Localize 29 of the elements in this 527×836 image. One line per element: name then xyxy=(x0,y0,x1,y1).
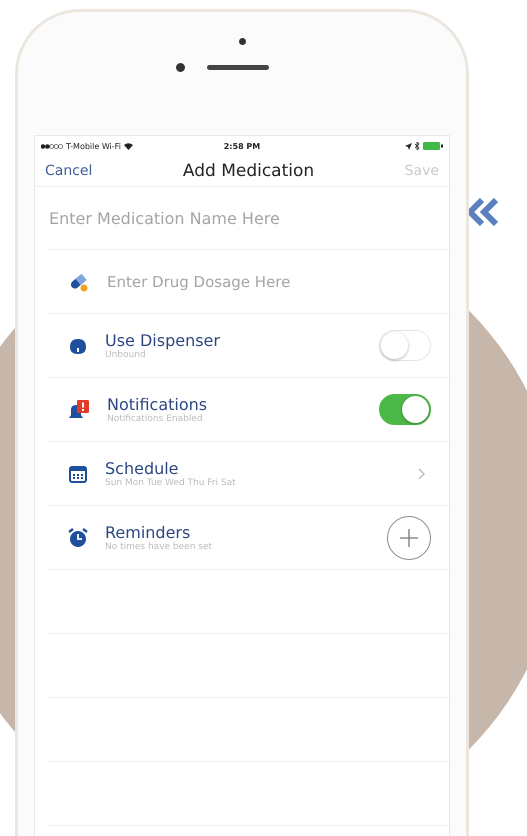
row-subtitle: Unbound xyxy=(105,350,147,360)
add-button[interactable] xyxy=(387,516,431,560)
camera-icon xyxy=(238,38,246,45)
drug-dosage-field[interactable]: Enter Drug Dosage Here xyxy=(105,272,431,292)
wifi-icon xyxy=(124,142,133,150)
chevron-right-icon[interactable] xyxy=(418,468,425,480)
row-title: Use Dispenser xyxy=(105,331,221,350)
row-subtitle: Sun Mon Tue Wed Thu Fri Sat xyxy=(105,478,237,488)
bluetooth-icon xyxy=(414,142,420,150)
signal-icon xyxy=(41,144,63,148)
toggle-switch[interactable] xyxy=(379,394,431,425)
location-icon xyxy=(404,142,412,150)
plus-icon xyxy=(399,528,419,548)
row-title: Notifications xyxy=(107,395,208,414)
row-title: Schedule xyxy=(105,459,180,478)
status-time: 2:58 PM xyxy=(224,142,260,150)
medication-name-field[interactable]: Enter Medication Name Here xyxy=(47,208,431,228)
cancel-button[interactable]: Cancel xyxy=(45,163,92,179)
alarm-clock-icon xyxy=(67,526,89,548)
row-title: Reminders xyxy=(105,523,192,542)
bell-alert-icon xyxy=(67,398,91,420)
battery-icon xyxy=(422,142,443,150)
row-subtitle: No times have been set xyxy=(105,542,214,552)
sensor-icon xyxy=(176,63,184,72)
speaker-icon xyxy=(206,65,268,70)
double-chevron-left-icon xyxy=(466,198,498,226)
carrier-name: T-Mobile Wi-Fi xyxy=(66,142,121,150)
screen-title: Add Medication xyxy=(182,161,314,181)
row-subtitle: Notifications Enabled xyxy=(107,414,204,424)
